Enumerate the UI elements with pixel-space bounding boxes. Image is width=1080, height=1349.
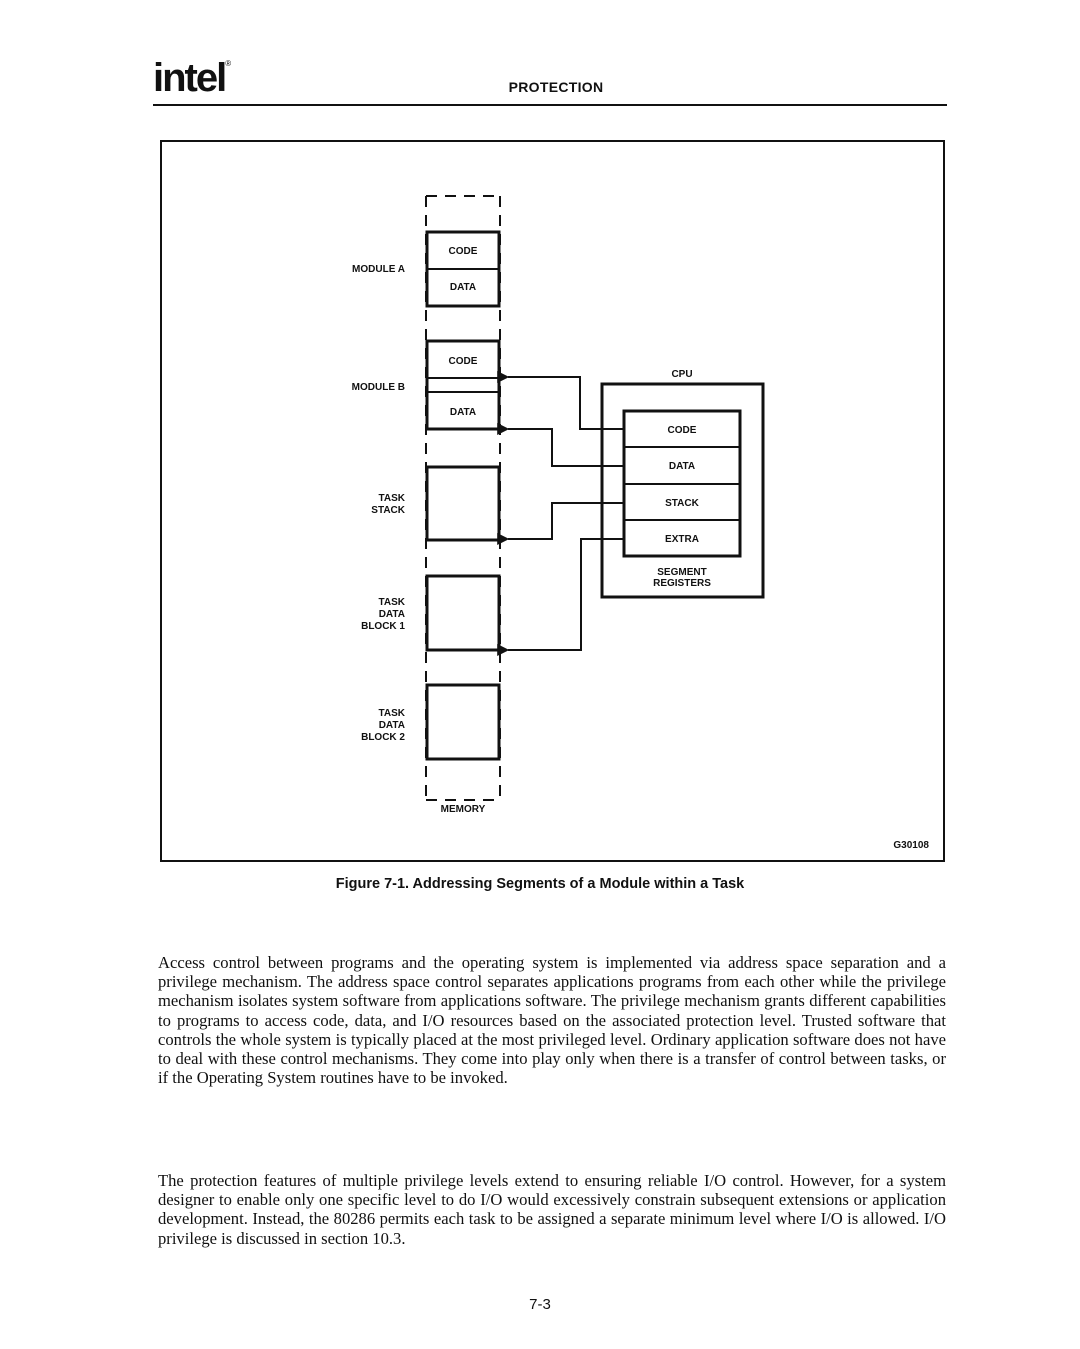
task-data-block-2 [425, 683, 501, 761]
task-data-block-1 [425, 574, 501, 652]
tdb1-label-line2: DATA [379, 609, 405, 620]
module-b-data-label: DATA [450, 407, 476, 418]
figure-caption: Figure 7-1. Addressing Segments of a Mod… [335, 876, 745, 892]
module-b-label: MODULE B [352, 382, 405, 393]
register-stack: STACK [665, 498, 699, 509]
module-a-code-label: CODE [449, 246, 478, 257]
data-register-connector [497, 423, 624, 467]
task-stack-block [425, 465, 501, 542]
cpu-label: CPU [671, 369, 692, 380]
tdb2-label-line2: DATA [379, 720, 405, 731]
tdb2-label-line1: TASK [379, 708, 406, 719]
task-stack-label-line2: STACK [371, 505, 405, 516]
diagram: CODE DATA MODULE A CODE DATA MODULE B TA… [352, 195, 929, 851]
body-paragraph-2: The protection features of multiple priv… [158, 1171, 946, 1248]
task-stack-label-line1: TASK [379, 493, 406, 504]
module-b-code-label: CODE [449, 356, 478, 367]
figure-id: G30108 [893, 840, 929, 851]
module-a-label: MODULE A [352, 264, 405, 275]
register-code: CODE [668, 425, 697, 436]
segment-registers-label-line2: REGISTERS [653, 578, 711, 589]
register-data: DATA [669, 461, 695, 472]
body-paragraph-1: Access control between programs and the … [158, 953, 946, 1088]
tdb1-label-line1: TASK [379, 597, 406, 608]
register-extra: EXTRA [665, 534, 699, 545]
module-a-block [425, 230, 501, 308]
extra-register-connector [497, 538, 624, 656]
tdb1-label-line3: BLOCK 1 [361, 621, 405, 632]
stack-register-connector [497, 502, 624, 545]
page-number: 7-3 [529, 1296, 551, 1313]
tdb2-label-line3: BLOCK 2 [361, 732, 405, 743]
module-a-data-label: DATA [450, 282, 476, 293]
memory-label: MEMORY [441, 804, 486, 815]
segment-registers-label-line1: SEGMENT [657, 567, 706, 578]
